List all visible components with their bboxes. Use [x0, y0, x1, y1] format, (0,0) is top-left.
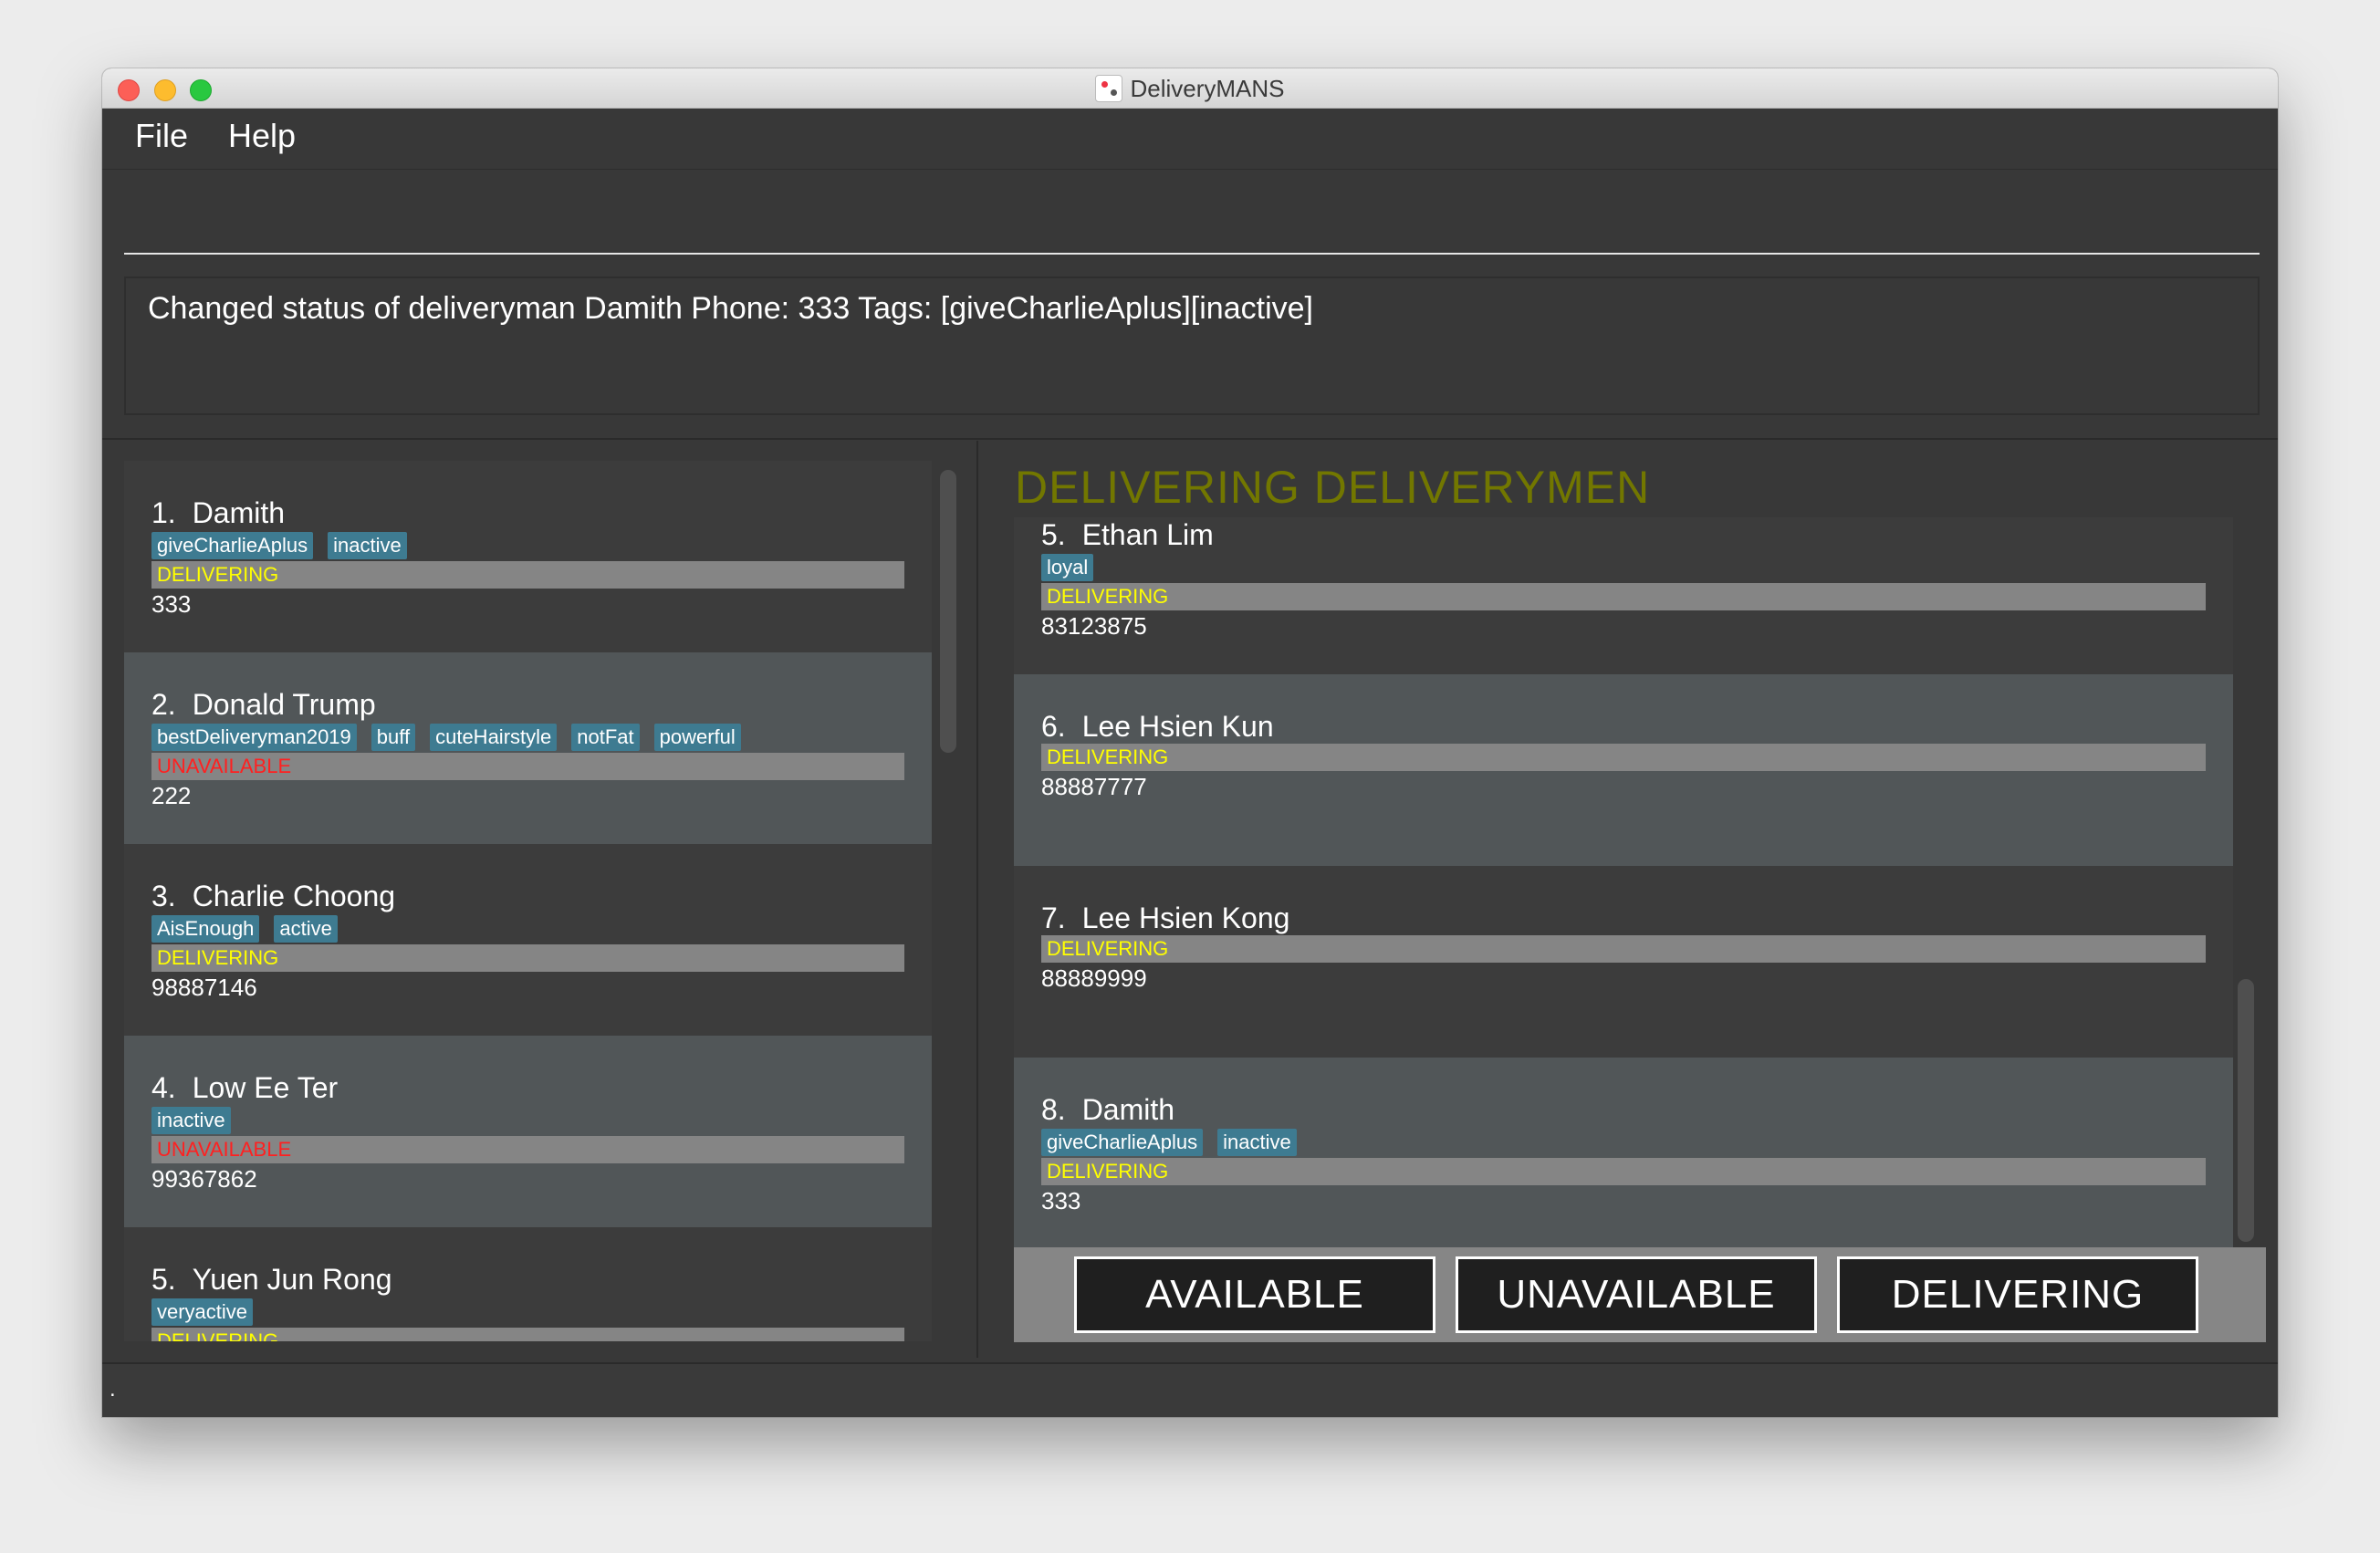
card-name-text: Damith: [192, 496, 286, 529]
card-name: 8. Damith: [1041, 1092, 2206, 1127]
card-name-text: Yuen Jun Rong: [192, 1263, 392, 1296]
tag-list: inactive: [151, 1107, 904, 1136]
card-name: 3. Charlie Choong: [151, 879, 904, 913]
card-index: 8.: [1041, 1093, 1066, 1126]
left-scrollbar-thumb[interactable]: [940, 470, 956, 753]
card-name-text: Damith: [1081, 1093, 1175, 1126]
tag: inactive: [151, 1107, 231, 1134]
card-name: 1. Damith: [151, 495, 904, 530]
tag-list: bestDeliveryman2019 buff cuteHairstyle n…: [151, 724, 904, 753]
horizontal-divider: [102, 438, 2278, 440]
status-label: DELIVERING: [151, 561, 904, 589]
tag: active: [274, 915, 338, 943]
phone-number: 88887777: [1041, 773, 1147, 800]
list-item[interactable]: 1. Damith giveCharlieAplus inactive DELIV…: [124, 461, 932, 652]
card-name: 5. Ethan Lim: [1041, 517, 2206, 552]
deliverymen-list[interactable]: 1. Damith giveCharlieAplus inactive DELIV…: [124, 461, 932, 1341]
list-item[interactable]: 5. Ethan Lim loyal DELIVERING 83123875: [1014, 517, 2233, 674]
card-name-text: Lee Hsien Kong: [1081, 902, 1290, 934]
card-index: 5.: [151, 1263, 176, 1296]
tag: inactive: [328, 532, 407, 559]
tag: cuteHairstyle: [430, 724, 558, 751]
tag: inactive: [1217, 1129, 1297, 1156]
tag: loyal: [1041, 554, 1094, 581]
list-item[interactable]: 3. Charlie Choong AisEnough active DELIVE…: [124, 844, 932, 1036]
menu-help[interactable]: Help: [228, 117, 296, 155]
tag-list: loyal: [1041, 554, 2206, 583]
result-display: Changed status of deliveryman Damith Pho…: [124, 276, 2260, 415]
card-index: 4.: [151, 1071, 176, 1104]
app-icon: [1095, 75, 1123, 102]
delivering-button[interactable]: DELIVERING: [1837, 1256, 2198, 1333]
title-wrap: DeliveryMANS: [102, 68, 2278, 109]
phone-number: 99367862: [151, 1165, 257, 1193]
status-label: DELIVERING: [1041, 935, 2206, 963]
status-label: DELIVERING: [1041, 583, 2206, 610]
command-box: [124, 178, 2260, 255]
tag: AisEnough: [151, 915, 260, 943]
list-item[interactable]: 2. Donald Trump bestDeliveryman2019 buff …: [124, 652, 932, 844]
card-index: 6.: [1041, 710, 1066, 743]
app-window: DeliveryMANS File Help Changed status of…: [102, 68, 2278, 1417]
list-item[interactable]: 5. Yuen Jun Rong veryactive DELIVERING: [124, 1227, 932, 1341]
phone-number: 98887146: [151, 974, 257, 1001]
status-label: DELIVERING: [1041, 1158, 2206, 1185]
card-index: 1.: [151, 496, 176, 529]
phone-number: 333: [1041, 1187, 1081, 1214]
phone-number: 83123875: [1041, 612, 1147, 640]
list-item[interactable]: 6. Lee Hsien Kun DELIVERING 88887777: [1014, 674, 2233, 866]
card-name: 6. Lee Hsien Kun: [1041, 709, 2206, 744]
card-index: 5.: [1041, 518, 1066, 551]
menu-file[interactable]: File: [135, 117, 188, 155]
card-name: 7. Lee Hsien Kong: [1041, 901, 2206, 935]
tag: bestDeliveryman2019: [151, 724, 357, 751]
tag: giveCharlieAplus: [151, 532, 314, 559]
status-button-bar: AVAILABLE UNAVAILABLE DELIVERING: [1014, 1247, 2266, 1342]
status-label: UNAVAILABLE: [151, 1136, 904, 1163]
status-label: DELIVERING: [1041, 744, 2206, 771]
card-name-text: Charlie Choong: [192, 880, 396, 912]
phone-number: 88889999: [1041, 964, 1147, 992]
card-index: 2.: [151, 688, 176, 721]
list-item[interactable]: 8. Damith giveCharlieAplus inactive DELIV…: [1014, 1058, 2233, 1247]
tag: buff: [371, 724, 416, 751]
card-name-text: Low Ee Ter: [192, 1071, 339, 1104]
tag: notFat: [571, 724, 640, 751]
vertical-divider[interactable]: [976, 441, 978, 1358]
phone-number: 333: [151, 590, 192, 618]
phone-number: 222: [151, 782, 192, 809]
status-label: DELIVERING: [151, 1328, 904, 1341]
tag: powerful: [653, 724, 741, 751]
card-name: 2. Donald Trump: [151, 687, 904, 722]
tag-list: giveCharlieAplus inactive: [1041, 1129, 2206, 1158]
available-button[interactable]: AVAILABLE: [1074, 1256, 1435, 1333]
card-name: 5. Yuen Jun Rong: [151, 1262, 904, 1297]
command-input[interactable]: [124, 178, 2260, 253]
tag: veryactive: [151, 1298, 254, 1326]
list-item[interactable]: 7. Lee Hsien Kong DELIVERING 88889999: [1014, 866, 2233, 1058]
window-title: DeliveryMANS: [1130, 74, 1285, 102]
title-bar: DeliveryMANS: [102, 68, 2278, 109]
status-bar-footer: .: [102, 1362, 2278, 1417]
status-label: UNAVAILABLE: [151, 753, 904, 780]
card-name-text: Donald Trump: [192, 688, 376, 721]
tag: giveCharlieAplus: [1041, 1129, 1204, 1156]
tag-list: AisEnough active: [151, 915, 904, 944]
card-name-text: Ethan Lim: [1081, 518, 1214, 551]
delivering-list-title: DELIVERING DELIVERYMEN: [1015, 462, 1651, 513]
list-item[interactable]: 4. Low Ee Ter inactive UNAVAILABLE 993678…: [124, 1036, 932, 1227]
unavailable-button[interactable]: UNAVAILABLE: [1456, 1256, 1817, 1333]
delivering-list[interactable]: 5. Ethan Lim loyal DELIVERING 83123875 6.…: [1014, 517, 2233, 1247]
status-label: DELIVERING: [151, 944, 904, 972]
card-index: 3.: [151, 880, 176, 912]
card-name-text: Lee Hsien Kun: [1081, 710, 1274, 743]
tag-list: giveCharlieAplus inactive: [151, 532, 904, 561]
right-scrollbar-thumb[interactable]: [2238, 979, 2254, 1242]
tag-list: veryactive: [151, 1298, 904, 1328]
menu-bar: File Help: [102, 109, 2278, 170]
card-index: 7.: [1041, 902, 1066, 934]
card-name: 4. Low Ee Ter: [151, 1070, 904, 1105]
